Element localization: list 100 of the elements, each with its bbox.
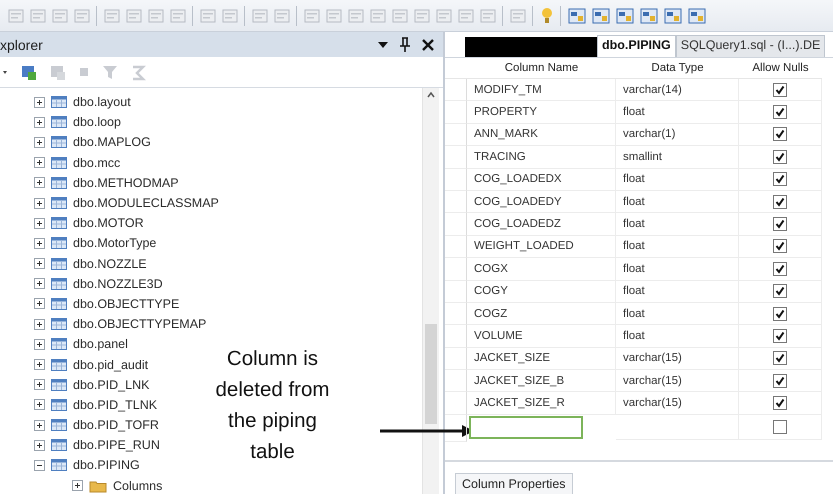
tree-item[interactable]: dbo.PIPE_RUN: [73, 438, 160, 452]
tree-item[interactable]: dbo.NOZZLE: [73, 256, 147, 271]
table-icon: [51, 236, 67, 250]
tree-item[interactable]: dbo.PID_LNK: [73, 378, 150, 392]
expand-icon[interactable]: [34, 338, 45, 350]
pin-icon[interactable]: [399, 36, 411, 52]
checkbox[interactable]: [773, 396, 787, 410]
expand-icon[interactable]: [34, 278, 45, 290]
tree-item[interactable]: dbo.MotorType: [73, 236, 156, 250]
connect-icon[interactable]: [20, 64, 37, 80]
toolbar-separator: [296, 6, 298, 26]
toolbar-icon[interactable]: [592, 6, 610, 24]
toolbar-icon[interactable]: [688, 6, 706, 24]
expand-icon[interactable]: [34, 258, 45, 270]
checkbox[interactable]: [773, 150, 787, 164]
expand-icon[interactable]: [34, 298, 45, 310]
table-cell: COG_LOADEDX: [467, 168, 616, 191]
tree-item[interactable]: dbo.mcc: [73, 156, 120, 170]
properties-tab[interactable]: Column Properties: [455, 473, 573, 494]
tree-item[interactable]: dbo.NOZZLE3D: [73, 276, 163, 291]
expand-icon[interactable]: [34, 440, 45, 451]
checkmark-icon: [775, 84, 785, 95]
lightbulb-icon[interactable]: [540, 6, 554, 24]
checkbox[interactable]: [773, 374, 787, 388]
table-icon: [51, 358, 67, 372]
expand-icon[interactable]: [34, 379, 45, 390]
column-header[interactable]: Column Name: [467, 58, 616, 79]
checkbox[interactable]: [773, 262, 787, 276]
checkmark-icon: [775, 196, 785, 207]
table-icon: [51, 115, 67, 130]
checkbox[interactable]: [773, 127, 787, 142]
tree-item[interactable]: dbo.MOTOR: [73, 216, 144, 230]
table-icon: [51, 256, 67, 271]
checkbox[interactable]: [773, 239, 787, 254]
tree-item[interactable]: dbo.PID_TOFR: [73, 418, 159, 432]
toolbar-icon[interactable]: [568, 6, 586, 24]
expand-icon[interactable]: [34, 177, 45, 188]
checkmark-icon: [775, 152, 785, 162]
dropdown-icon[interactable]: [377, 40, 389, 50]
checkbox[interactable]: [773, 194, 787, 209]
row-selector[interactable]: [445, 414, 467, 442]
tree-item[interactable]: dbo.PID_TLNK: [73, 398, 158, 412]
table-cell: COGZ: [467, 302, 616, 326]
toolbar-separator: [192, 6, 194, 26]
checkbox[interactable]: [773, 328, 787, 343]
scrollbar[interactable]: [422, 88, 439, 494]
close-icon[interactable]: [421, 38, 435, 52]
expand-icon[interactable]: [34, 238, 45, 249]
table-icon: [51, 95, 67, 110]
expand-icon[interactable]: [34, 218, 45, 229]
table-icon: [51, 176, 67, 190]
expand-icon[interactable]: [34, 359, 45, 370]
column-header[interactable]: Data Type: [616, 58, 739, 79]
tree-item[interactable]: dbo.PIPING: [73, 458, 140, 472]
column-name-field[interactable]: [469, 416, 583, 439]
expand-icon[interactable]: [34, 318, 45, 330]
checkbox[interactable]: [773, 172, 787, 186]
toolbar-icon[interactable]: [616, 6, 634, 24]
expand-icon[interactable]: [34, 198, 45, 209]
tree-item[interactable]: dbo.MODULECLASSMAP: [73, 196, 219, 210]
expand-icon[interactable]: [34, 420, 45, 431]
table-cell: TRACING: [467, 146, 616, 169]
checkbox[interactable]: [773, 82, 787, 97]
table-icon: [51, 378, 67, 392]
checkbox[interactable]: [773, 351, 787, 366]
expand-icon[interactable]: [34, 136, 45, 148]
expand-icon[interactable]: [34, 399, 45, 410]
expand-icon[interactable]: [72, 480, 83, 492]
column-header[interactable]: Allow Nulls: [739, 58, 822, 79]
checkbox[interactable]: [773, 306, 787, 321]
tree-item[interactable]: dbo.panel: [73, 337, 128, 352]
tree-item[interactable]: dbo.OBJECTTYPE: [73, 296, 180, 311]
checkbox[interactable]: [773, 217, 787, 232]
collapse-icon[interactable]: [34, 460, 45, 471]
expand-icon[interactable]: [34, 116, 45, 128]
checkbox[interactable]: [773, 284, 787, 298]
table-icon: [51, 418, 67, 432]
checkmark-icon: [775, 398, 785, 408]
checkbox[interactable]: [773, 420, 787, 434]
table-cell: JACKET_SIZE: [467, 348, 616, 370]
table-cell: varchar(15): [616, 392, 739, 415]
tree-item[interactable]: dbo.pid_audit: [73, 358, 148, 372]
document-tab[interactable]: dbo.PIPING: [597, 35, 676, 57]
scrollbar-thumb[interactable]: [425, 324, 437, 424]
tree-item[interactable]: dbo.OBJECTTYPEMAP: [73, 317, 206, 332]
tree-item[interactable]: Columns: [113, 478, 162, 493]
toolbar-icon[interactable]: [640, 6, 658, 24]
toolbar-icon[interactable]: [664, 6, 682, 24]
tree-item[interactable]: dbo.METHODMAP: [73, 176, 179, 190]
table-cell: varchar(14): [616, 79, 739, 102]
checkmark-icon: [775, 264, 785, 274]
checkbox[interactable]: [773, 105, 787, 120]
panel-title: xplorer: [0, 36, 44, 52]
tree-item[interactable]: dbo.MAPLOG: [73, 135, 151, 150]
expand-icon[interactable]: [34, 96, 45, 108]
table-cell: JACKET_SIZE_B: [467, 370, 616, 392]
tree-item[interactable]: dbo.loop: [73, 115, 121, 130]
document-tab[interactable]: SQLQuery1.sql - (I...).DE: [676, 35, 826, 57]
tree-item[interactable]: dbo.layout: [73, 95, 131, 110]
expand-icon[interactable]: [34, 157, 45, 168]
